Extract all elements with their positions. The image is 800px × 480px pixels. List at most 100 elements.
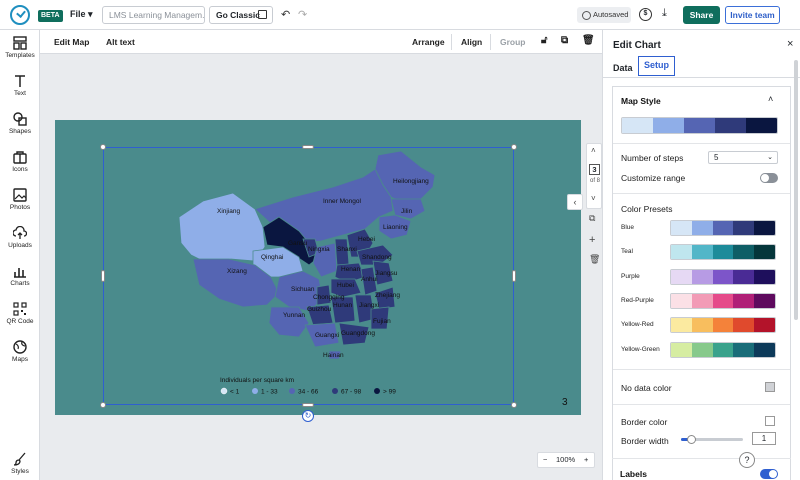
sidebar-item-qr-code[interactable]: QR Code — [0, 302, 40, 325]
preset-blue[interactable]: Blue — [613, 220, 790, 236]
go-classic-button[interactable]: Go Classic — [209, 6, 273, 24]
delete-page-icon[interactable]: 🗑︎ — [589, 254, 600, 265]
lock-icon[interactable]: 🔓︎ — [541, 35, 547, 46]
resize-handle-top-right[interactable] — [511, 144, 517, 150]
border-width-label: Border width — [621, 436, 669, 446]
go-classic-label: Go Classic — [216, 10, 260, 20]
resize-handle-left[interactable] — [101, 270, 105, 282]
preset-ramp[interactable] — [670, 244, 776, 260]
uploads-icon — [13, 226, 27, 239]
resize-handle-bottom-right[interactable] — [511, 402, 517, 408]
preset-label: Red-Purple — [621, 297, 654, 304]
current-page[interactable]: 3 — [589, 164, 600, 175]
undo-icon[interactable]: ↶ — [281, 8, 290, 21]
collapse-panel-button[interactable]: ‹ — [567, 194, 583, 210]
toolbar-divider — [490, 34, 491, 50]
chevron-up-icon[interactable]: ˄ — [591, 146, 596, 155]
preset-yellow-red[interactable]: Yellow-Red — [613, 317, 790, 333]
no-data-color-swatch[interactable] — [765, 382, 775, 392]
duplicate-page-icon[interactable]: ⧉ — [589, 213, 595, 224]
add-page-icon[interactable]: + — [589, 234, 595, 246]
sidebar-item-shapes[interactable]: Shapes — [0, 112, 40, 135]
maps-icon — [13, 340, 27, 354]
sidebar-item-charts[interactable]: Charts — [0, 264, 40, 287]
preset-label: Purple — [621, 273, 640, 280]
zoom-out-icon[interactable]: − — [543, 455, 547, 464]
file-menu-label: File — [70, 9, 86, 19]
close-icon[interactable]: × — [787, 38, 793, 50]
preset-label: Yellow-Green — [621, 346, 660, 353]
app-logo-icon[interactable] — [10, 5, 30, 25]
number-of-steps-label: Number of steps — [621, 153, 684, 163]
tab-setup[interactable]: Setup — [638, 56, 675, 76]
chevron-down-icon: ▾ — [88, 9, 93, 19]
alt-text-button[interactable]: Alt text — [106, 37, 135, 47]
preset-ramp[interactable] — [670, 317, 776, 333]
sidebar-item-templates[interactable]: Templates — [0, 36, 40, 59]
duplicate-icon[interactable]: ⧉ — [561, 35, 568, 46]
group-button[interactable]: Group — [500, 37, 526, 47]
divider — [613, 369, 790, 370]
sidebar-item-label: Uploads — [8, 242, 32, 249]
edit-map-button[interactable]: Edit Map — [54, 37, 89, 47]
border-color-swatch[interactable] — [765, 416, 775, 426]
number-of-steps-value: 5 — [714, 153, 719, 162]
chevron-down-icon[interactable]: ˅ — [591, 194, 596, 203]
chevron-up-icon[interactable]: ˄ — [768, 94, 773, 104]
external-link-icon — [258, 10, 267, 19]
resize-handle-top[interactable] — [302, 145, 314, 149]
redo-icon[interactable]: ↷ — [298, 8, 307, 21]
labels-toggle[interactable] — [760, 469, 778, 479]
divider — [613, 193, 790, 194]
panel-title: Edit Chart — [613, 40, 661, 51]
sidebar-item-text[interactable]: Text — [0, 74, 40, 97]
panel-scrollbar[interactable] — [794, 60, 798, 320]
border-width-input[interactable]: 1 — [752, 432, 776, 445]
zoom-level[interactable]: 100% — [556, 455, 575, 464]
sidebar-item-styles[interactable]: Styles — [0, 452, 40, 475]
align-button[interactable]: Align — [461, 37, 482, 47]
preset-ramp[interactable] — [670, 293, 776, 309]
preset-ramp[interactable] — [670, 269, 776, 285]
preset-yellow-green[interactable]: Yellow-Green — [613, 342, 790, 358]
delete-icon[interactable]: 🗑︎ — [582, 35, 595, 46]
tab-data[interactable]: Data — [613, 63, 633, 73]
border-width-slider[interactable] — [681, 435, 743, 444]
credits-icon[interactable]: $ — [639, 8, 652, 21]
edit-chart-panel: Edit Chart × Data Setup Map Style ˄ Numb… — [602, 30, 800, 480]
resize-handle-bottom[interactable] — [302, 403, 314, 407]
document-title-input[interactable]: LMS Learning Managem... — [102, 6, 205, 24]
selected-color-ramp[interactable] — [621, 117, 778, 134]
sidebar-item-label: Text — [14, 90, 26, 97]
preset-ramp[interactable] — [670, 342, 776, 358]
preset-ramp[interactable] — [670, 220, 776, 236]
selection-box — [103, 147, 514, 405]
tab-divider — [603, 77, 800, 78]
sidebar-item-photos[interactable]: Photos — [0, 188, 40, 211]
sidebar-item-icons[interactable]: Icons — [0, 150, 40, 173]
help-icon[interactable]: ? — [739, 452, 755, 468]
sidebar-item-maps[interactable]: Maps — [0, 340, 40, 363]
number-of-steps-select[interactable]: 5 ⌄ — [708, 151, 778, 164]
slider-thumb[interactable] — [687, 435, 696, 444]
resize-handle-bottom-left[interactable] — [100, 402, 106, 408]
zoom-control: − 100% + — [537, 452, 595, 468]
arrange-button[interactable]: Arrange — [412, 37, 445, 47]
download-icon[interactable]: ⤓ — [662, 7, 667, 20]
preset-red-purple[interactable]: Red-Purple — [613, 293, 790, 309]
color-presets-label: Color Presets — [621, 204, 673, 214]
preset-teal[interactable]: Teal — [613, 244, 790, 260]
rotate-handle-icon[interactable]: ↻ — [302, 410, 314, 422]
preset-purple[interactable]: Purple — [613, 269, 790, 285]
sidebar-item-label: QR Code — [6, 318, 34, 325]
file-menu[interactable]: File ▾ — [70, 9, 93, 20]
resize-handle-right[interactable] — [512, 270, 516, 282]
sidebar-item-uploads[interactable]: Uploads — [0, 226, 40, 249]
zoom-in-icon[interactable]: + — [584, 455, 588, 464]
share-button[interactable]: Share — [683, 6, 720, 24]
customize-range-toggle[interactable] — [760, 173, 778, 183]
invite-team-button[interactable]: Invite team — [725, 6, 780, 24]
resize-handle-top-left[interactable] — [100, 144, 106, 150]
templates-icon — [13, 36, 27, 50]
beta-badge: BETA — [38, 10, 63, 22]
